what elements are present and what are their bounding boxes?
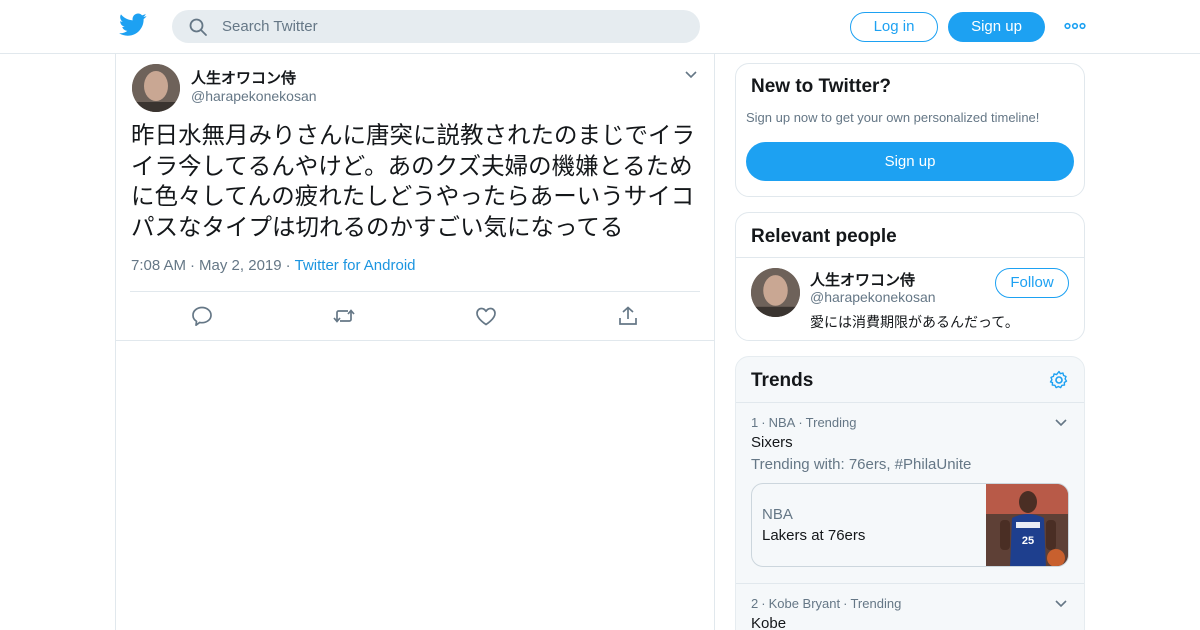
- login-button[interactable]: Log in: [850, 12, 938, 42]
- new-to-twitter-card: New to Twitter? Sign up now to get your …: [735, 63, 1085, 197]
- signup-button[interactable]: Sign up: [948, 12, 1045, 42]
- signup-card-button[interactable]: Sign up: [746, 142, 1074, 181]
- divider: [736, 257, 1084, 258]
- trend-meta: 2 · Kobe Bryant · Trending: [751, 596, 902, 611]
- person-handle[interactable]: @harapekonekosan: [810, 289, 936, 305]
- person-bio: 愛には消費期限があるんだって。: [810, 315, 1019, 331]
- avatar-photo: [132, 64, 180, 112]
- divider: [736, 402, 1084, 403]
- chevron-down-icon[interactable]: [1054, 418, 1068, 428]
- gear-icon[interactable]: [1049, 370, 1069, 390]
- trend-meta: 1 · NBA · Trending: [751, 415, 857, 430]
- search-box[interactable]: [172, 10, 700, 43]
- chevron-down-icon[interactable]: [684, 70, 698, 80]
- divider: [736, 583, 1084, 584]
- svg-text:25: 25: [1022, 535, 1034, 547]
- relevant-people-card: Relevant people 人生オワコン侍 @harapekonekosan…: [735, 212, 1085, 341]
- search-input[interactable]: [222, 10, 682, 43]
- like-icon[interactable]: [474, 305, 498, 327]
- retweet-icon[interactable]: [332, 305, 356, 327]
- story-category: NBA: [762, 506, 793, 523]
- chevron-down-icon[interactable]: [1054, 599, 1068, 609]
- card-title: Trends: [751, 370, 814, 391]
- tweet-source-link[interactable]: Twitter for Android: [295, 257, 416, 274]
- avatar[interactable]: [132, 64, 180, 112]
- trend-name[interactable]: Kobe: [751, 615, 786, 630]
- avatar-photo: [751, 268, 800, 317]
- tweet-detail-column: 人生オワコン侍 @harapekonekosan 昨日水無月みりさんに唐突に説教…: [115, 54, 715, 630]
- trend-name[interactable]: Sixers: [751, 434, 793, 451]
- trend-trending-with: Trending with: 76ers, #PhilaUnite: [751, 456, 972, 473]
- tweet-text: 昨日水無月みりさんに唐突に説教されたのまじでイライラ今してるんやけど。あのクズ夫…: [131, 121, 695, 241]
- follow-button[interactable]: Follow: [995, 268, 1069, 298]
- card-subtitle: Sign up now to get your own personalized…: [746, 110, 1040, 125]
- avatar[interactable]: [751, 268, 800, 317]
- tweet-date[interactable]: May 2, 2019: [199, 257, 282, 274]
- more-dots-icon[interactable]: [1064, 18, 1086, 34]
- separator-dot: ·: [285, 257, 291, 274]
- share-icon[interactable]: [616, 305, 640, 327]
- divider: [116, 340, 714, 341]
- story-headline[interactable]: Lakers at 76ers: [762, 527, 865, 544]
- trend-story-card[interactable]: NBA Lakers at 76ers 25: [751, 483, 1069, 567]
- tweet-author-handle[interactable]: @harapekonekosan: [191, 88, 317, 104]
- tweet-metadata: 7:08 AM · May 2, 2019 · Twitter for Android: [131, 257, 416, 274]
- search-icon: [189, 18, 207, 36]
- trends-card: Trends 1 · NBA · Trending Sixers Trending wi…: [735, 356, 1085, 630]
- tweet-author-name[interactable]: 人生オワコン侍: [191, 67, 296, 88]
- separator-dot: ·: [190, 257, 196, 274]
- reply-icon[interactable]: [190, 305, 214, 327]
- twitter-bird-icon[interactable]: [119, 13, 147, 37]
- card-title: New to Twitter?: [751, 76, 892, 97]
- story-thumbnail: 25: [986, 484, 1068, 566]
- person-name[interactable]: 人生オワコン侍: [810, 269, 915, 290]
- divider: [130, 291, 700, 292]
- top-navigation-bar: Log in Sign up: [0, 0, 1200, 54]
- tweet-time[interactable]: 7:08 AM: [131, 257, 186, 274]
- card-title: Relevant people: [751, 226, 897, 247]
